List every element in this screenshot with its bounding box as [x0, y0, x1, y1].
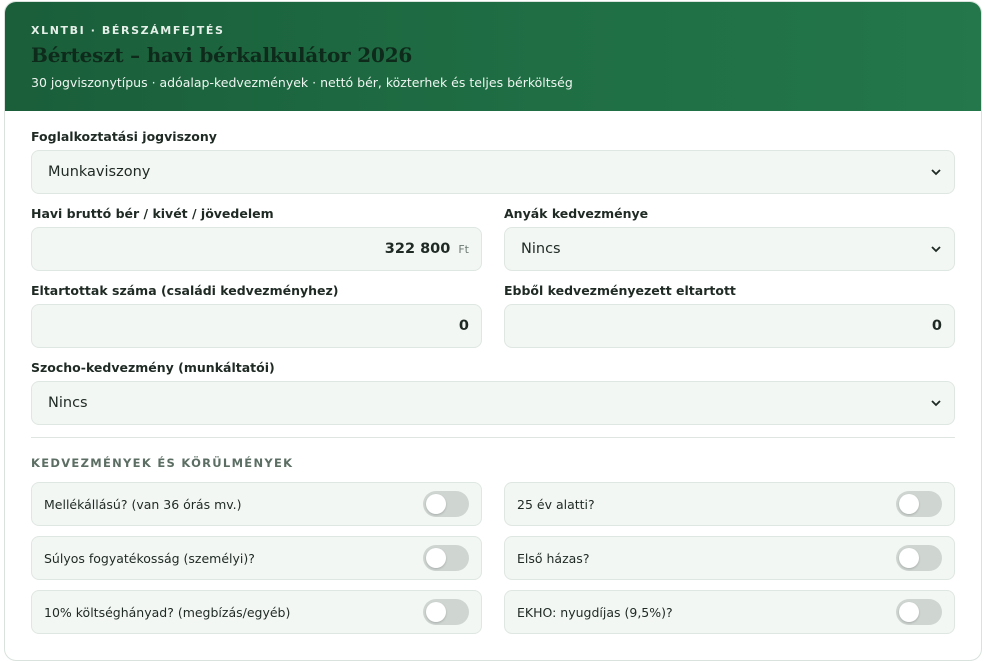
gross-input[interactable]: 322 800 Ft	[31, 227, 482, 271]
toggle-label: 10% költséghányad? (megbízás/egyéb)	[44, 604, 291, 620]
toggle-switch[interactable]	[423, 599, 469, 625]
szocho-group: Szocho-kedvezmény (munkáltatói) Nincs	[31, 360, 955, 425]
calculator-card: XLNTBI · BÉRSZÁMFEJTÉS Bérteszt – havi b…	[4, 1, 982, 661]
toggle-knob	[899, 494, 919, 514]
dependents-input[interactable]: 0	[31, 304, 482, 348]
toggle-switch[interactable]	[423, 491, 469, 517]
beneficiary-value: 0	[931, 318, 942, 334]
toggle-side-job[interactable]: Mellékállású? (van 36 órás mv.)	[31, 482, 482, 526]
chevron-down-icon	[931, 400, 941, 407]
gross-label: Havi bruttó bér / kivét / jövedelem	[31, 206, 274, 221]
row-dependents: Eltartottak száma (családi kedvezményhez…	[31, 283, 955, 348]
gross-value: 322 800	[384, 241, 451, 257]
toggle-knob	[899, 548, 919, 568]
employment-select[interactable]: Munkaviszony	[31, 150, 955, 194]
dependents-label: Eltartottak száma (családi kedvezményhez…	[31, 283, 339, 298]
chevron-down-icon	[931, 246, 941, 253]
gross-unit: Ft	[458, 242, 469, 256]
toggle-switch[interactable]	[423, 545, 469, 571]
szocho-value: Nincs	[48, 395, 88, 411]
toggle-label: EKHO: nyugdíjas (9,5%)?	[517, 604, 673, 620]
eyebrow: XLNTBI · BÉRSZÁMFEJTÉS	[31, 24, 225, 37]
szocho-label: Szocho-kedvezmény (munkáltatói)	[31, 360, 275, 375]
toggle-label: Első házas?	[517, 550, 590, 566]
divider	[31, 437, 955, 438]
toggle-knob	[426, 602, 446, 622]
toggle-cost-ratio[interactable]: 10% költséghányad? (megbízás/egyéb)	[31, 590, 482, 634]
employment-label: Foglalkoztatási jogviszony	[31, 129, 217, 144]
toggle-switch[interactable]	[896, 599, 942, 625]
toggle-switch[interactable]	[896, 545, 942, 571]
row-gross-mothers: Havi bruttó bér / kivét / jövedelem 322 …	[31, 206, 955, 271]
toggle-disability[interactable]: Súlyos fogyatékosság (személyi)?	[31, 536, 482, 580]
toggle-knob	[426, 494, 446, 514]
mothers-label: Anyák kedvezménye	[504, 206, 649, 221]
toggle-switch[interactable]	[896, 491, 942, 517]
beneficiary-input[interactable]: 0	[504, 304, 955, 348]
mothers-select[interactable]: Nincs	[504, 227, 955, 271]
page-subtitle: 30 jogviszonytípus · adóalap-kedvezménye…	[31, 75, 573, 90]
szocho-select[interactable]: Nincs	[31, 381, 955, 425]
employment-group: Foglalkoztatási jogviszony Munkaviszony	[31, 129, 955, 194]
toggle-knob	[426, 548, 446, 568]
employment-value: Munkaviszony	[48, 164, 151, 180]
toggle-under-25[interactable]: 25 év alatti?	[504, 482, 955, 526]
toggle-row-2: Súlyos fogyatékosság (személyi)? Első há…	[31, 536, 955, 590]
dependents-group: Eltartottak száma (családi kedvezményhez…	[31, 283, 482, 348]
mothers-value: Nincs	[521, 241, 561, 257]
toggle-ekho-pensioner[interactable]: EKHO: nyugdíjas (9,5%)?	[504, 590, 955, 634]
toggle-first-married[interactable]: Első házas?	[504, 536, 955, 580]
toggle-label: 25 év alatti?	[517, 496, 595, 512]
toggle-label: Mellékállású? (van 36 órás mv.)	[44, 496, 242, 512]
beneficiary-group: Ebből kedvezményezett eltartott 0	[504, 283, 955, 348]
mothers-group: Anyák kedvezménye Nincs	[504, 206, 955, 271]
dependents-value: 0	[458, 318, 469, 334]
form-body: Foglalkoztatási jogviszony Munkaviszony …	[5, 111, 981, 644]
section-title: KEDVEZMÉNYEK ÉS KÖRÜLMÉNYEK	[31, 456, 294, 470]
toggle-row-1: Mellékállású? (van 36 órás mv.) 25 év al…	[31, 482, 955, 536]
beneficiary-label: Ebből kedvezményezett eltartott	[504, 283, 736, 298]
chevron-down-icon	[931, 169, 941, 176]
header: XLNTBI · BÉRSZÁMFEJTÉS Bérteszt – havi b…	[5, 2, 981, 111]
gross-group: Havi bruttó bér / kivét / jövedelem 322 …	[31, 206, 482, 271]
toggle-label: Súlyos fogyatékosság (személyi)?	[44, 550, 255, 566]
toggle-knob	[899, 602, 919, 622]
toggle-row-3: 10% költséghányad? (megbízás/egyéb) EKHO…	[31, 590, 955, 644]
page-title: Bérteszt – havi bérkalkulátor 2026	[31, 43, 413, 67]
